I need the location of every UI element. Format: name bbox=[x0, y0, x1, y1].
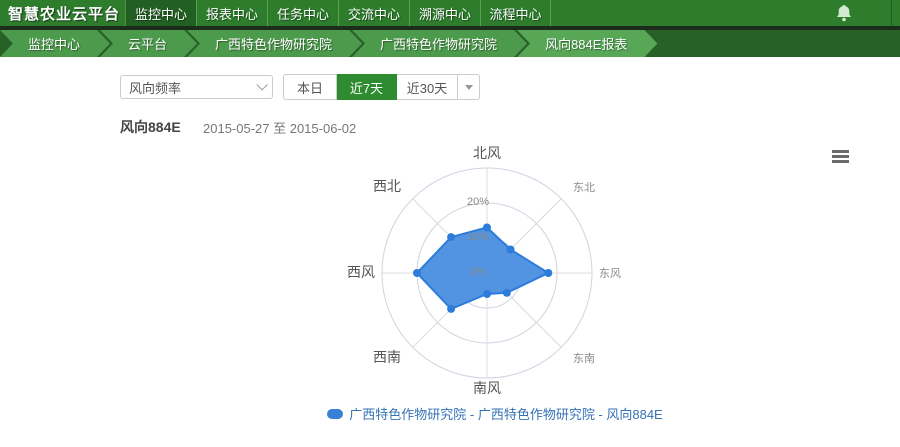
range-more-button[interactable] bbox=[458, 74, 480, 100]
metric-select[interactable]: 风向频率 bbox=[120, 75, 273, 99]
nav-item-monitoring[interactable]: 监控中心 bbox=[125, 0, 196, 26]
breadcrumb-label: 风向884E报表 bbox=[545, 34, 627, 53]
breadcrumb-item-institute-2[interactable]: 广西特色作物研究院 bbox=[352, 30, 527, 57]
breadcrumb-label: 广西特色作物研究院 bbox=[215, 34, 332, 53]
nav-item-label: 任务中心 bbox=[277, 4, 329, 23]
caret-down-icon bbox=[465, 85, 473, 90]
radar-data-point[interactable] bbox=[507, 246, 515, 254]
radar-data-point[interactable] bbox=[544, 269, 552, 277]
nav-item-label: 监控中心 bbox=[135, 4, 187, 23]
range-7days-button[interactable]: 近7天 bbox=[337, 74, 397, 100]
button-label: 近7天 bbox=[350, 78, 383, 97]
radar-category-label: 南风 bbox=[473, 380, 501, 396]
nav-item-label: 溯源中心 bbox=[419, 4, 471, 23]
radar-axis-tick-label: 20% bbox=[467, 196, 489, 208]
topbar-divider bbox=[891, 0, 892, 26]
radar-chart-svg[interactable]: 0% 10% 20% 北风东北东风东南南风 西南 西风 西北 bbox=[320, 138, 660, 403]
nav-item-tasks[interactable]: 任务中心 bbox=[267, 0, 338, 26]
radar-category-label: 西南 bbox=[373, 349, 401, 365]
nav-item-label: 交流中心 bbox=[348, 4, 400, 23]
breadcrumb-label: 云平台 bbox=[128, 34, 167, 53]
chevron-down-icon bbox=[256, 79, 267, 90]
bell-icon[interactable] bbox=[836, 5, 852, 22]
breadcrumb-item-cloud-platform[interactable]: 云平台 bbox=[100, 30, 197, 57]
nav-item-communication[interactable]: 交流中心 bbox=[338, 0, 409, 26]
chart-toolbox-menu-icon[interactable] bbox=[832, 150, 849, 165]
breadcrumb-label: 监控中心 bbox=[28, 34, 80, 53]
radar-data-point[interactable] bbox=[447, 233, 455, 241]
nav-item-traceability[interactable]: 溯源中心 bbox=[409, 0, 480, 26]
range-today-button[interactable]: 本日 bbox=[283, 74, 337, 100]
report-date-range: 2015-05-27 至 2015-06-02 bbox=[203, 118, 356, 137]
report-title: 风向884E bbox=[120, 117, 181, 137]
radar-data-point[interactable] bbox=[413, 269, 421, 277]
breadcrumb: 监控中心 云平台 广西特色作物研究院 广西特色作物研究院 风向884E报表 bbox=[0, 30, 900, 57]
radar-category-label: 东北 bbox=[573, 181, 595, 194]
breadcrumb-label: 广西特色作物研究院 bbox=[380, 34, 497, 53]
breadcrumb-item-report[interactable]: 风向884E报表 bbox=[517, 30, 657, 57]
radar-category-label: 东南 bbox=[573, 352, 595, 365]
button-label: 本日 bbox=[297, 78, 323, 97]
radar-category-label: 西北 bbox=[373, 178, 401, 194]
range-30days-button[interactable]: 近30天 bbox=[397, 74, 458, 100]
app-logo: 智慧农业云平台 bbox=[0, 0, 125, 26]
nav-item-label: 流程中心 bbox=[489, 4, 541, 23]
radar-data-point[interactable] bbox=[447, 305, 455, 313]
nav-item-label: 报表中心 bbox=[206, 4, 258, 23]
radar-chart[interactable]: 0% 10% 20% 北风东北东风东南南风 西南 西风 西北 bbox=[320, 138, 660, 403]
page: 智慧农业云平台 监控中心 报表中心 任务中心 交流中心 溯源中心 流程中心 监控… bbox=[0, 0, 900, 447]
radar-axis-tick-label: 10% bbox=[467, 231, 489, 243]
main-nav: 监控中心 报表中心 任务中心 交流中心 溯源中心 流程中心 bbox=[125, 0, 551, 26]
radar-data-point[interactable] bbox=[483, 290, 491, 298]
radar-axis-tick-label: 0% bbox=[470, 266, 486, 278]
nav-item-process[interactable]: 流程中心 bbox=[480, 0, 551, 26]
metric-select-value: 风向频率 bbox=[129, 78, 181, 97]
top-nav-bar: 智慧农业云平台 监控中心 报表中心 任务中心 交流中心 溯源中心 流程中心 bbox=[0, 0, 900, 26]
radar-category-label: 北风 bbox=[473, 145, 501, 161]
breadcrumb-item-institute[interactable]: 广西特色作物研究院 bbox=[187, 30, 362, 57]
radar-category-label: 西风 bbox=[347, 264, 375, 280]
legend-label: 广西特色作物研究院 - 广西特色作物研究院 - 风向884E bbox=[349, 404, 662, 423]
button-label: 近30天 bbox=[407, 78, 447, 97]
breadcrumb-item-monitoring[interactable]: 监控中心 bbox=[0, 30, 110, 57]
legend-marker bbox=[327, 409, 343, 419]
radar-category-label: 东风 bbox=[599, 267, 621, 280]
radar-data-point[interactable] bbox=[503, 289, 511, 297]
chart-legend[interactable]: 广西特色作物研究院 - 广西特色作物研究院 - 风向884E bbox=[120, 404, 870, 423]
date-range-button-group: 本日 近7天 近30天 bbox=[283, 74, 480, 100]
nav-item-reports[interactable]: 报表中心 bbox=[196, 0, 267, 26]
